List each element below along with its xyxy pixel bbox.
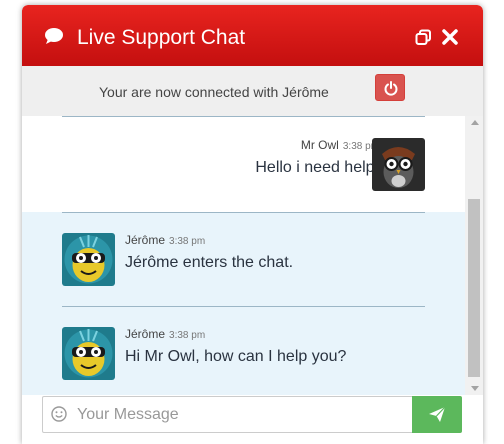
- chat-bubble-icon: [45, 28, 63, 44]
- message-input[interactable]: [77, 400, 407, 429]
- agent-avatar-icon: [62, 327, 115, 380]
- message-text: Jérôme enters the chat.: [125, 254, 294, 271]
- avatar: [62, 233, 115, 286]
- power-icon: [384, 81, 398, 96]
- send-button[interactable]: [412, 396, 462, 433]
- message-text: Hi Mr Owl, how can I help you?: [125, 348, 347, 365]
- owl-avatar-icon: [372, 138, 425, 191]
- message-scrollbar[interactable]: [465, 116, 483, 395]
- sender-name: Mr Owl: [300, 138, 339, 152]
- message-meta: Mr Owl 3:38 pm: [301, 138, 379, 152]
- close-icon[interactable]: [441, 28, 459, 46]
- chat-widget: Live Support Chat Your are now connected…: [22, 5, 483, 444]
- scroll-up-arrow-icon[interactable]: [471, 120, 479, 125]
- message-meta: Jérôme 3:38 pm: [125, 327, 205, 341]
- message-divider: [62, 116, 425, 117]
- chat-header: Live Support Chat: [22, 5, 483, 66]
- smile-icon[interactable]: [51, 406, 67, 422]
- avatar: [62, 327, 115, 380]
- scroll-down-arrow-icon[interactable]: [471, 386, 479, 391]
- agent-avatar-icon: [62, 233, 115, 286]
- scrollbar-thumb[interactable]: [468, 199, 480, 377]
- send-paper-plane-icon: [429, 406, 446, 422]
- message-divider: [62, 306, 425, 307]
- message-text: Hello i need help!: [255, 159, 379, 176]
- message-item: Jérôme 3:38 pm Jérôme enters the chat.: [22, 212, 465, 306]
- message-meta: Jérôme 3:38 pm: [125, 233, 205, 247]
- message-time: 3:38 pm: [169, 236, 206, 247]
- connection-status-bar: Your are now connected with Jérôme: [22, 66, 483, 162]
- message-list[interactable]: Mr Owl 3:38 pm Hello i need help! Jérôme…: [22, 116, 483, 395]
- message-input-wrapper: [42, 396, 413, 433]
- end-chat-button[interactable]: [375, 74, 405, 101]
- connection-status-text: Your are now connected with Jérôme: [99, 84, 329, 100]
- message-item: Mr Owl 3:38 pm Hello i need help!: [22, 116, 465, 212]
- message-divider: [62, 212, 425, 213]
- message-time: 3:38 pm: [169, 330, 206, 341]
- chat-title: Live Support Chat: [77, 26, 246, 49]
- sender-name: Jérôme: [125, 327, 166, 341]
- sender-name: Jérôme: [125, 233, 166, 247]
- message-item: Jérôme 3:38 pm Hi Mr Owl, how can I help …: [22, 306, 465, 395]
- restore-window-icon[interactable]: [415, 29, 432, 46]
- message-composer: [22, 395, 483, 444]
- avatar: [372, 138, 425, 191]
